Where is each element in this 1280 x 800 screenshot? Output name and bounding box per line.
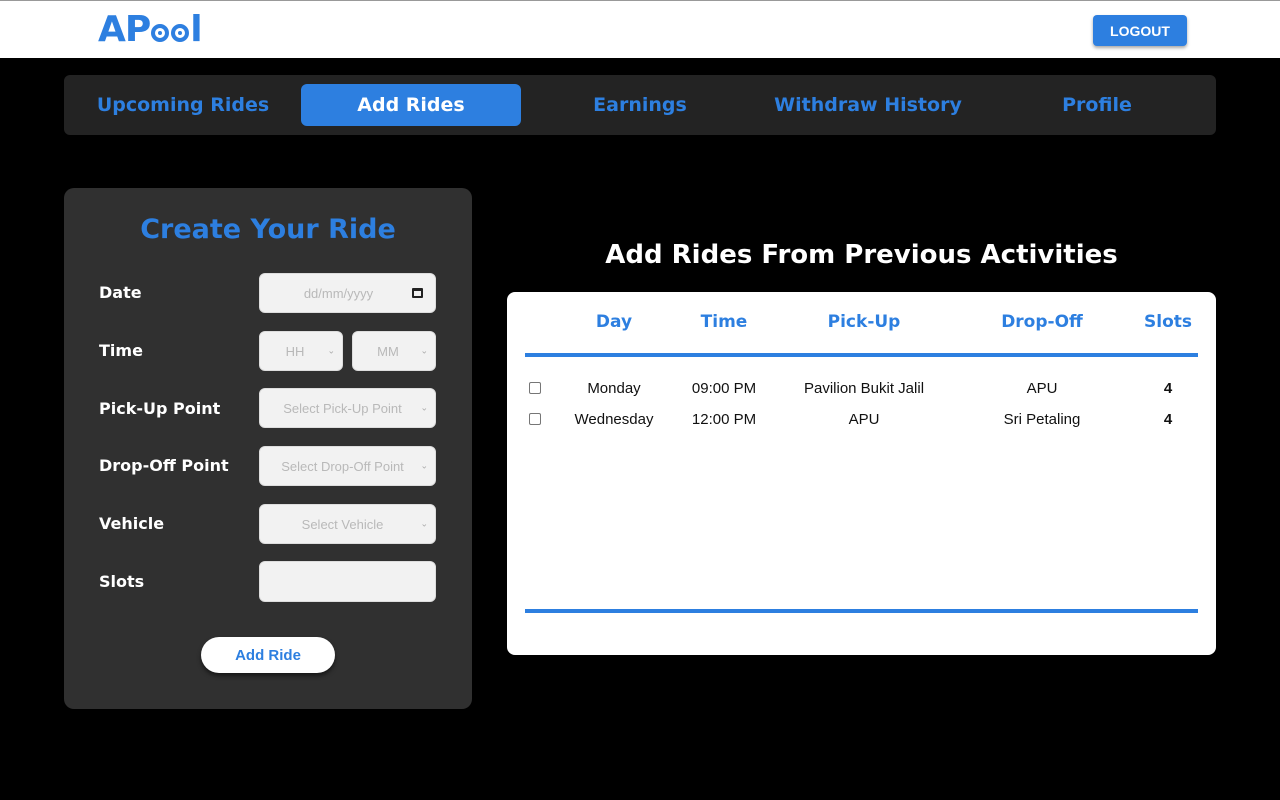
wheel-icon [171, 24, 190, 42]
table-header-divider [525, 353, 1198, 357]
minute-placeholder: MM [377, 343, 399, 359]
date-placeholder: dd/mm/yyyy [303, 285, 374, 301]
previous-activities-title: Add Rides From Previous Activities [605, 240, 1118, 270]
chevron-down-icon: ⌄ [420, 345, 428, 356]
tab-upcoming-rides[interactable]: Upcoming Rides [73, 84, 293, 126]
tab-earnings[interactable]: Earnings [530, 84, 750, 126]
top-bar: AP l LOGOUT [0, 0, 1280, 58]
cell-time: 09:00 PM [691, 380, 757, 397]
cell-time: 12:00 PM [691, 411, 757, 428]
dropoff-placeholder: Select Drop-Off Point [281, 458, 404, 474]
create-ride-panel: Create Your Ride Date dd/mm/yyyy Time HH… [64, 188, 472, 709]
vehicle-placeholder: Select Vehicle [301, 516, 384, 532]
date-input[interactable]: dd/mm/yyyy [259, 273, 436, 313]
tab-add-rides[interactable]: Add Rides [301, 84, 521, 126]
cell-dropoff: Sri Petaling [1003, 411, 1081, 428]
hour-select[interactable]: HH ⌄ [259, 331, 343, 371]
vehicle-select[interactable]: Select Vehicle ⌄ [259, 504, 436, 544]
add-ride-button[interactable]: Add Ride [201, 637, 335, 673]
cell-day: Monday [587, 380, 641, 397]
minute-select[interactable]: MM ⌄ [352, 331, 436, 371]
cell-slots: 4 [1163, 411, 1173, 428]
row-checkbox[interactable] [529, 382, 541, 394]
cell-day: Wednesday [574, 411, 654, 428]
dropoff-select[interactable]: Select Drop-Off Point ⌄ [259, 446, 436, 486]
pickup-placeholder: Select Pick-Up Point [283, 400, 402, 416]
chevron-down-icon: ⌄ [327, 345, 335, 356]
chevron-down-icon: ⌄ [420, 402, 428, 413]
time-label: Time [99, 341, 143, 360]
pickup-select[interactable]: Select Pick-Up Point ⌄ [259, 388, 436, 428]
slots-input[interactable] [259, 561, 436, 602]
tab-profile[interactable]: Profile [987, 84, 1207, 126]
column-header-slots: Slots [1144, 312, 1192, 332]
chevron-down-icon: ⌄ [420, 460, 428, 471]
apool-logo[interactable]: AP l [98, 9, 203, 51]
date-label: Date [99, 283, 142, 302]
dropoff-label: Drop-Off Point [99, 456, 229, 475]
column-header-day: Day [595, 312, 633, 332]
previous-rides-table: Day Time Pick-Up Drop-Off Slots Monday 0… [507, 292, 1216, 655]
hour-placeholder: HH [285, 343, 305, 359]
slots-label: Slots [99, 572, 145, 591]
create-ride-title: Create Your Ride [140, 214, 396, 245]
cell-pickup: APU [848, 411, 880, 428]
pickup-label: Pick-Up Point [99, 399, 221, 418]
main-nav: Upcoming Rides Add Rides Earnings Withdr… [64, 75, 1216, 135]
cell-dropoff: APU [1026, 380, 1058, 397]
column-header-dropoff: Drop-Off [1001, 312, 1083, 332]
cell-pickup: Pavilion Bukit Jalil [803, 380, 925, 397]
row-checkbox[interactable] [529, 413, 541, 425]
cell-slots: 4 [1163, 380, 1173, 397]
calendar-icon[interactable] [412, 288, 423, 298]
logout-button[interactable]: LOGOUT [1093, 15, 1187, 46]
column-header-time: Time [700, 312, 748, 332]
wheel-icon [151, 24, 170, 42]
column-header-pickup: Pick-Up [827, 312, 901, 332]
table-footer-divider [525, 609, 1198, 613]
vehicle-label: Vehicle [99, 514, 165, 533]
chevron-down-icon: ⌄ [420, 518, 428, 529]
tab-withdraw-history[interactable]: Withdraw History [758, 84, 978, 126]
